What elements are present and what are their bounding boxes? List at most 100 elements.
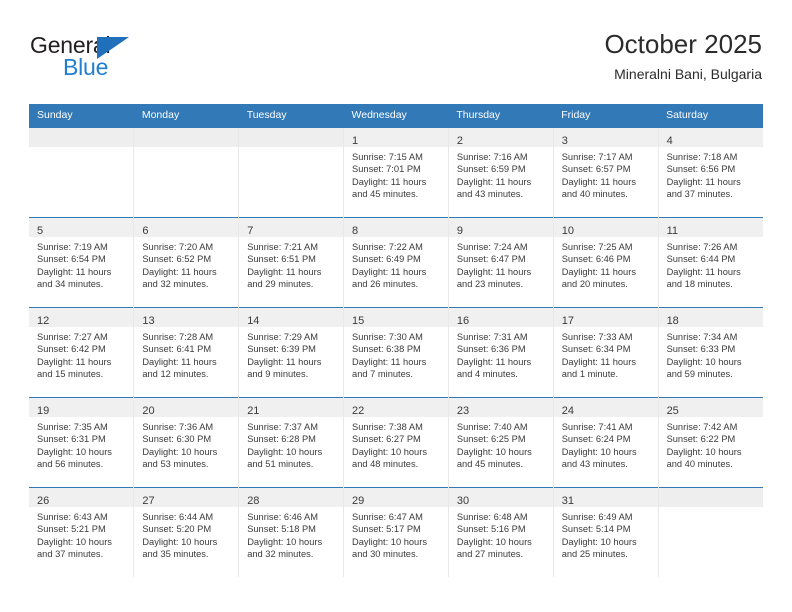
calendar-day-cell[interactable]: 11 Sunrise: 7:26 AM Sunset: 6:44 PM Dayligh… — [657, 217, 763, 308]
daylight-duration-line2: and 30 minutes. — [352, 549, 419, 560]
daylight-duration-line1: Daylight: 11 hours — [37, 356, 112, 367]
calendar-day-cell[interactable]: 6 Sunrise: 7:20 AM Sunset: 6:52 PM Daylight… — [133, 217, 239, 308]
day-number-band: 30 — [448, 488, 553, 507]
day-number-band: 25 — [658, 398, 763, 417]
calendar-day-cell[interactable]: 13 Sunrise: 7:28 AM Sunset: 6:41 PM Dayligh… — [133, 307, 239, 398]
general-blue-logo[interactable]: General Blue — [30, 32, 170, 80]
sunrise-time: Sunrise: 7:41 AM — [561, 422, 633, 432]
page-header: General Blue October 2025 Mineralni Bani… — [0, 0, 792, 98]
day-details: Sunrise: 7:40 AM Sunset: 6:25 PM Daylight:… — [449, 417, 553, 471]
calendar-day-cell[interactable]: 25 Sunrise: 7:42 AM Sunset: 6:22 PM Dayligh… — [657, 397, 763, 488]
day-details: Sunrise: 7:33 AM Sunset: 6:34 PM Daylight:… — [554, 327, 658, 381]
day-details: Sunrise: 6:46 AM Sunset: 5:18 PM Daylight:… — [239, 507, 343, 561]
calendar-day-cell[interactable]: 10 Sunrise: 7:25 AM Sunset: 6:46 PM Dayligh… — [552, 217, 659, 308]
daylight-duration-line2: and 18 minutes. — [666, 279, 733, 290]
sunrise-time: Sunrise: 7:35 AM — [37, 422, 108, 432]
daylight-duration-line2: and 32 minutes. — [142, 279, 209, 290]
weekday-header-thursday: Thursday — [448, 104, 554, 128]
day-details: Sunrise: 7:15 AM Sunset: 7:01 PM Daylight:… — [344, 147, 448, 201]
daylight-duration-line2: and 4 minutes. — [456, 369, 518, 380]
day-number: 10 — [561, 225, 574, 237]
page-title: October 2025 — [604, 29, 762, 59]
day-details: Sunrise: 7:27 AM Sunset: 6:42 PM Daylight:… — [29, 327, 133, 381]
weekday-header-wednesday: Wednesday — [343, 104, 449, 128]
calendar-cell-empty — [133, 127, 239, 218]
day-number: 22 — [352, 405, 365, 417]
calendar-day-cell[interactable]: 9 Sunrise: 7:24 AM Sunset: 6:47 PM Daylight… — [447, 217, 554, 308]
daylight-duration-line2: and 1 minute. — [561, 369, 619, 380]
sunset-time: Sunset: 6:39 PM — [247, 344, 316, 355]
sunset-time: Sunset: 6:33 PM — [666, 344, 736, 355]
calendar-day-cell[interactable]: 3 Sunrise: 7:17 AM Sunset: 6:57 PM Daylight… — [552, 127, 659, 218]
calendar-day-cell[interactable]: 2 Sunrise: 7:16 AM Sunset: 6:59 PM Daylight… — [447, 127, 554, 218]
sunset-time: Sunset: 6:49 PM — [352, 254, 421, 265]
calendar-day-cell[interactable]: 1 Sunrise: 7:15 AM Sunset: 7:01 PM Daylight… — [343, 127, 449, 218]
daylight-duration-line1: Daylight: 11 hours — [561, 176, 636, 187]
calendar-day-cell[interactable]: 27 Sunrise: 6:44 AM Sunset: 5:20 PM Dayligh… — [133, 487, 239, 577]
day-details: Sunrise: 7:18 AM Sunset: 6:56 PM Daylight:… — [659, 147, 763, 201]
calendar-day-cell[interactable]: 4 Sunrise: 7:18 AM Sunset: 6:56 PM Daylight… — [657, 127, 763, 218]
day-number: 28 — [247, 495, 260, 507]
daylight-duration-line1: Daylight: 10 hours — [561, 446, 637, 457]
sunrise-time: Sunrise: 7:19 AM — [37, 242, 108, 252]
sunrise-time: Sunrise: 7:27 AM — [37, 332, 108, 342]
day-number-band: 1 — [344, 128, 448, 147]
calendar-day-cell[interactable]: 29 Sunrise: 6:47 AM Sunset: 5:17 PM Dayligh… — [343, 487, 449, 577]
calendar-day-cell[interactable]: 23 Sunrise: 7:40 AM Sunset: 6:25 PM Dayligh… — [447, 397, 554, 488]
sunrise-time: Sunrise: 7:37 AM — [247, 422, 318, 432]
day-details: Sunrise: 6:43 AM Sunset: 5:21 PM Daylight:… — [29, 507, 133, 561]
calendar-day-cell[interactable]: 17 Sunrise: 7:33 AM Sunset: 6:34 PM Dayligh… — [552, 307, 659, 398]
sunset-time: Sunset: 6:31 PM — [37, 434, 106, 445]
day-number: 31 — [561, 495, 574, 507]
sunset-time: Sunset: 6:56 PM — [666, 164, 736, 175]
sunset-time: Sunset: 6:54 PM — [37, 254, 106, 265]
day-number: 6 — [142, 225, 149, 237]
day-number-band: 15 — [344, 308, 448, 327]
day-details: Sunrise: 7:25 AM Sunset: 6:46 PM Daylight:… — [554, 237, 658, 291]
day-details: Sunrise: 7:19 AM Sunset: 6:54 PM Daylight:… — [29, 237, 133, 291]
calendar-day-cell[interactable]: 7 Sunrise: 7:21 AM Sunset: 6:51 PM Daylight… — [238, 217, 344, 308]
calendar-day-cell[interactable]: 31 Sunrise: 6:49 AM Sunset: 5:14 PM Dayligh… — [552, 487, 659, 577]
sunset-time: Sunset: 6:57 PM — [561, 164, 631, 175]
calendar-day-cell[interactable]: 21 Sunrise: 7:37 AM Sunset: 6:28 PM Dayligh… — [238, 397, 344, 488]
daylight-duration-line2: and 48 minutes. — [352, 459, 419, 470]
calendar-day-cell[interactable]: 8 Sunrise: 7:22 AM Sunset: 6:49 PM Daylight… — [343, 217, 449, 308]
sunset-time: Sunset: 6:28 PM — [247, 434, 316, 445]
sunrise-time: Sunrise: 7:33 AM — [561, 332, 633, 342]
sunrise-time: Sunrise: 6:47 AM — [352, 512, 423, 522]
day-number: 15 — [352, 315, 365, 327]
daylight-duration-line1: Daylight: 10 hours — [37, 536, 112, 547]
calendar-day-cell[interactable]: 15 Sunrise: 7:30 AM Sunset: 6:38 PM Dayligh… — [343, 307, 449, 398]
calendar-day-cell[interactable]: 22 Sunrise: 7:38 AM Sunset: 6:27 PM Dayligh… — [343, 397, 449, 488]
day-number-band: 18 — [658, 308, 763, 327]
daylight-duration-line2: and 37 minutes. — [37, 549, 104, 560]
calendar-day-cell[interactable]: 26 Sunrise: 6:43 AM Sunset: 5:21 PM Dayligh… — [29, 487, 134, 577]
daylight-duration-line2: and 40 minutes. — [666, 459, 733, 470]
calendar-day-cell[interactable]: 5 Sunrise: 7:19 AM Sunset: 6:54 PM Daylight… — [29, 217, 134, 308]
sunrise-time: Sunrise: 7:26 AM — [666, 242, 738, 252]
calendar-day-cell[interactable]: 12 Sunrise: 7:27 AM Sunset: 6:42 PM Dayligh… — [29, 307, 134, 398]
calendar-header-row: Sunday Monday Tuesday Wednesday Thursday… — [29, 104, 763, 128]
daylight-duration-line1: Daylight: 11 hours — [456, 176, 532, 187]
sunrise-time: Sunrise: 7:28 AM — [142, 332, 214, 342]
day-number: 24 — [561, 405, 574, 417]
calendar-day-cell[interactable]: 28 Sunrise: 6:46 AM Sunset: 5:18 PM Dayligh… — [238, 487, 344, 577]
calendar-day-cell[interactable]: 24 Sunrise: 7:41 AM Sunset: 6:24 PM Dayligh… — [552, 397, 659, 488]
day-number-band: 10 — [553, 218, 658, 237]
day-number: 30 — [456, 495, 470, 507]
day-number-band: 20 — [134, 398, 239, 417]
calendar-day-cell[interactable]: 18 Sunrise: 7:34 AM Sunset: 6:33 PM Dayligh… — [657, 307, 763, 398]
sunrise-time: Sunrise: 6:43 AM — [37, 512, 108, 522]
daylight-duration-line1: Daylight: 11 hours — [142, 356, 217, 367]
calendar-day-cell[interactable]: 16 Sunrise: 7:31 AM Sunset: 6:36 PM Dayligh… — [447, 307, 554, 398]
calendar-day-cell[interactable]: 20 Sunrise: 7:36 AM Sunset: 6:30 PM Dayligh… — [133, 397, 239, 488]
daylight-duration-line2: and 20 minutes. — [561, 279, 628, 290]
sunset-time: Sunset: 6:38 PM — [352, 344, 421, 355]
calendar-day-cell[interactable]: 14 Sunrise: 7:29 AM Sunset: 6:39 PM Dayligh… — [238, 307, 344, 398]
calendar-day-cell[interactable]: 30 Sunrise: 6:48 AM Sunset: 5:16 PM Dayligh… — [447, 487, 554, 577]
daylight-duration-line2: and 37 minutes. — [666, 189, 733, 200]
calendar-day-cell[interactable]: 19 Sunrise: 7:35 AM Sunset: 6:31 PM Dayligh… — [29, 397, 134, 488]
day-details: Sunrise: 7:28 AM Sunset: 6:41 PM Daylight:… — [134, 327, 238, 381]
day-number: 8 — [352, 225, 359, 237]
daylight-duration-line1: Daylight: 10 hours — [456, 536, 532, 547]
